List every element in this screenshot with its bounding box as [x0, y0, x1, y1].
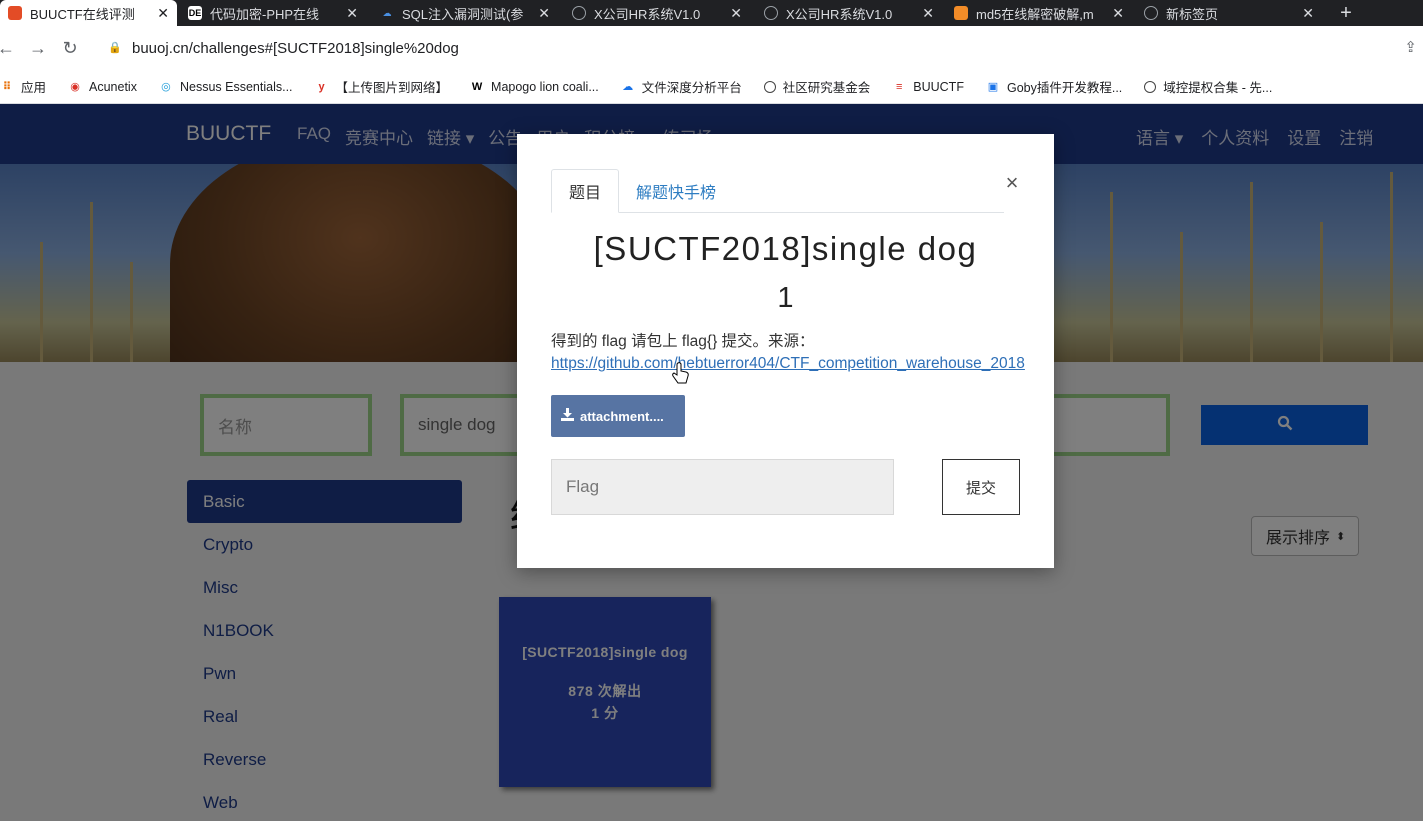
bookmark-item[interactable]: y 【上传图片到网络】 [315, 77, 448, 96]
apps-icon: ⠿ [2, 81, 12, 93]
source-link[interactable]: https://github.com/hebtuerror404/CTF_com… [551, 355, 1051, 373]
bookmark-item[interactable]: ◉ Acunetix [68, 80, 137, 94]
hand-cursor-icon [672, 362, 689, 384]
download-icon [561, 408, 574, 424]
browser-tab[interactable]: X公司HR系统V1.0 ✕ [756, 0, 942, 26]
url-text: buuoj.cn/challenges#[SUCTF2018]single%20… [132, 39, 459, 57]
globe-icon [764, 6, 778, 20]
new-tab-button[interactable]: + [1334, 0, 1358, 26]
back-icon[interactable]: ← [0, 32, 22, 64]
close-icon[interactable]: ✕ [922, 5, 934, 22]
share-icon[interactable]: ⇪ [1404, 38, 1417, 56]
buuctf-icon: ≡ [896, 80, 903, 93]
browser-tab[interactable]: X公司HR系统V1.0 ✕ [564, 0, 750, 26]
bookmark-item[interactable]: ≡ BUUCTF [892, 80, 964, 94]
reload-icon[interactable]: ↻ [54, 32, 86, 64]
browser-tab[interactable]: BUUCTF在线评测 ✕ [0, 0, 177, 26]
close-icon[interactable]: ✕ [730, 5, 742, 22]
bookmark-item[interactable]: W Mapogo lion coali... [470, 80, 599, 94]
close-icon[interactable]: ✕ [1112, 5, 1124, 22]
browser-tab[interactable]: ☁ SQL注入漏洞测试(参 ✕ [372, 0, 558, 26]
attachment-button[interactable]: attachment.... [551, 395, 685, 437]
bookmarks-bar: ⠿ 应用 ◉ Acunetix ◎ Nessus Essentials... y… [0, 70, 1423, 104]
nessus-icon: ◎ [161, 81, 171, 93]
de-icon: DE [188, 6, 202, 20]
challenge-modal: 题目 解题快手榜 × [SUCTF2018]single dog 1 得到的 f… [517, 134, 1054, 568]
robot-icon: ▣ [987, 81, 999, 93]
tab-solves[interactable]: 解题快手榜 [619, 169, 733, 213]
close-icon[interactable]: ✕ [346, 5, 358, 22]
close-icon[interactable]: ✕ [157, 5, 169, 22]
bookmark-item[interactable]: ☁ 文件深度分析平台 [621, 77, 742, 96]
bookmark-item[interactable]: 社区研究基金会 [763, 77, 870, 96]
forward-icon[interactable]: → [22, 32, 54, 64]
tab-challenge[interactable]: 题目 [551, 169, 620, 213]
bookmark-item[interactable]: ⠿ 应用 [0, 77, 46, 96]
flag-input[interactable]: Flag [551, 459, 894, 515]
lock-icon: 🔒 [108, 42, 122, 54]
acunetix-icon: ◉ [70, 81, 80, 93]
challenge-value: 1 [777, 282, 794, 314]
modal-tabs: 题目 解题快手榜 [551, 169, 1004, 213]
upload-icon: y [318, 80, 325, 93]
bookmark-item[interactable]: ▣ Goby插件开发教程... [986, 77, 1123, 96]
browser-tab-strip: BUUCTF在线评测 ✕ DE 代码加密-PHP在线 ✕ ☁ SQL注入漏洞测试… [0, 0, 1423, 26]
cloud-icon: ☁ [622, 81, 634, 93]
browser-tab[interactable]: 新标签页 ✕ [1136, 0, 1322, 26]
bookmark-item[interactable]: 域控提权合集 - 先... [1144, 77, 1272, 96]
close-icon[interactable]: × [1002, 170, 1022, 195]
globe-icon [1144, 80, 1157, 93]
challenge-title: [SUCTF2018]single dog [593, 230, 978, 267]
md5-icon [954, 6, 968, 20]
browser-tab[interactable]: DE 代码加密-PHP在线 ✕ [180, 0, 366, 26]
challenge-description: 得到的 flag 请包上 flag{} 提交。来源： [551, 333, 815, 350]
globe-icon [572, 6, 586, 20]
bookmark-item[interactable]: ◎ Nessus Essentials... [159, 80, 292, 94]
address-bar[interactable]: 🔒 buuoj.cn/challenges#[SUCTF2018]single%… [96, 32, 1386, 64]
close-icon[interactable]: ✕ [538, 5, 550, 22]
doc-icon [8, 6, 22, 20]
close-icon[interactable]: ✕ [1302, 5, 1314, 22]
wikipedia-icon: W [471, 80, 483, 93]
globe-icon [1144, 6, 1158, 20]
globe-icon [763, 80, 776, 93]
browser-tab[interactable]: md5在线解密破解,m ✕ [946, 0, 1132, 26]
cloud-icon: ☁ [382, 7, 392, 18]
submit-button[interactable]: 提交 [942, 459, 1020, 515]
browser-toolbar: ← → ↻ 🔒 buuoj.cn/challenges#[SUCTF2018]s… [0, 26, 1423, 70]
